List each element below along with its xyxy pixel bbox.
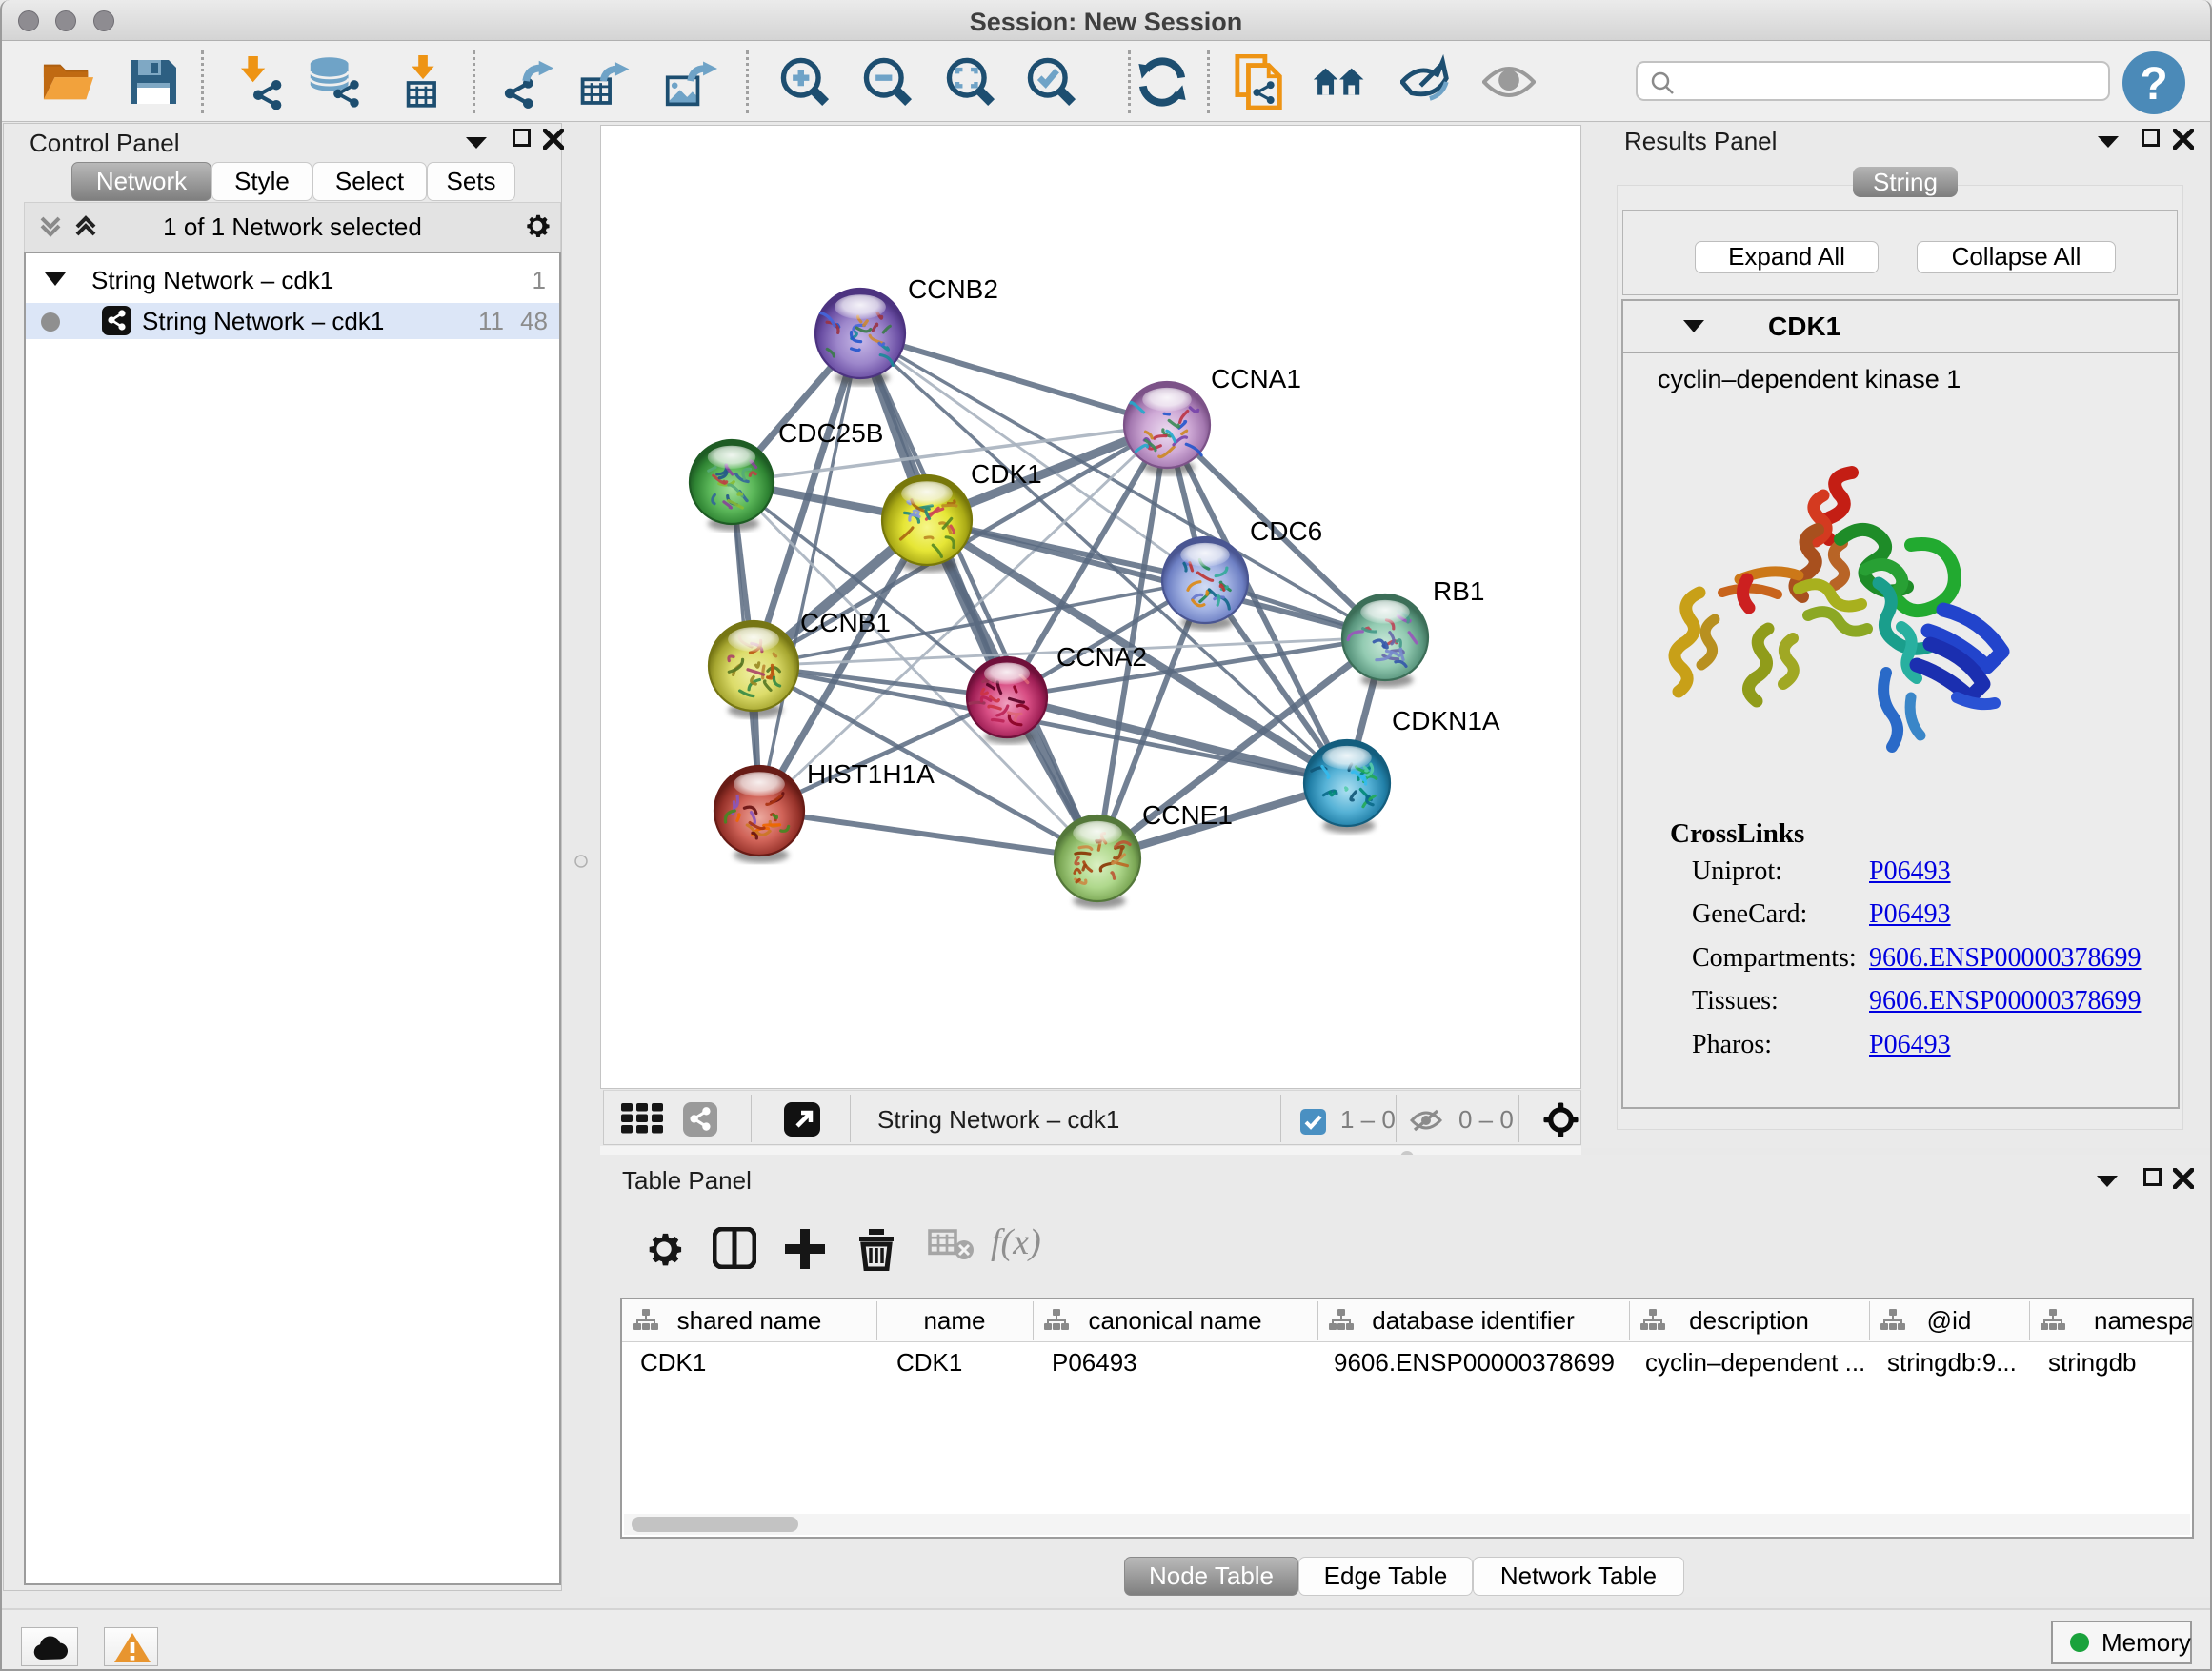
svg-text:CDC6: CDC6	[1250, 516, 1322, 546]
svg-text:CCNE1: CCNE1	[1142, 800, 1233, 830]
svg-text:CCNA2: CCNA2	[1056, 642, 1147, 672]
svg-text:CCNB2: CCNB2	[908, 274, 998, 304]
svg-text:CDC25B: CDC25B	[778, 418, 883, 448]
svg-text:CDKN1A: CDKN1A	[1392, 706, 1500, 735]
svg-text:?: ?	[2140, 59, 2167, 110]
svg-text:RB1: RB1	[1433, 576, 1484, 606]
svg-text:HIST1H1A: HIST1H1A	[807, 759, 935, 789]
svg-text:CCNA1: CCNA1	[1211, 364, 1301, 393]
svg-text:CDK1: CDK1	[971, 459, 1042, 489]
svg-text:CCNB1: CCNB1	[800, 608, 891, 637]
